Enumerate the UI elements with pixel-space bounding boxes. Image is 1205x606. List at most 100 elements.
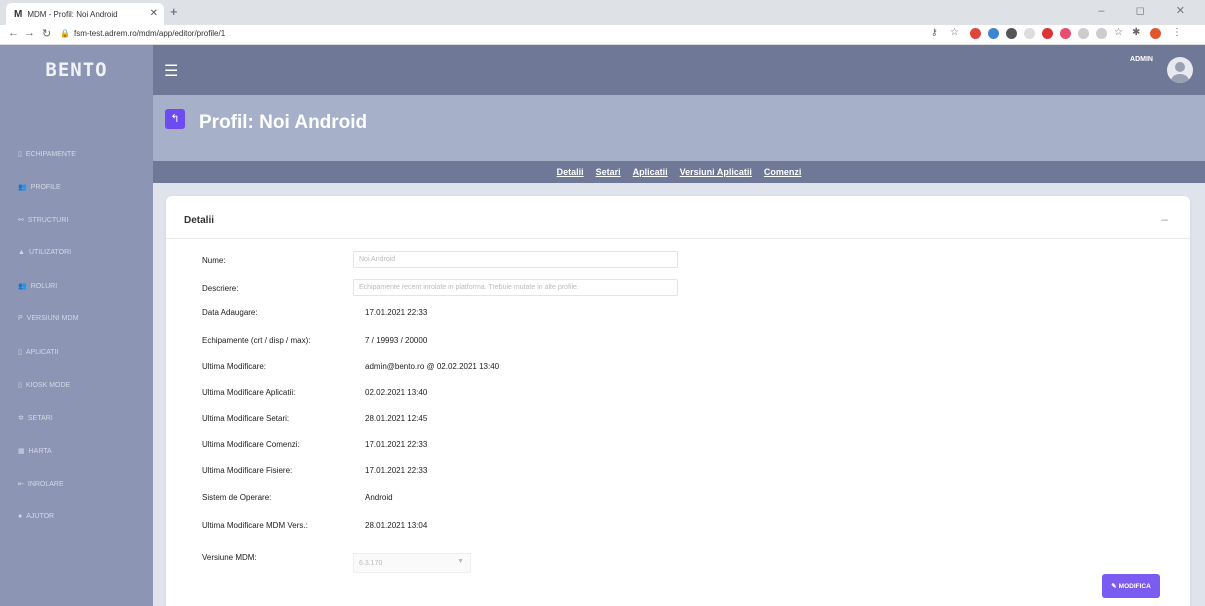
tab-setari[interactable]: Setari	[596, 167, 621, 177]
sidebar-item-label: UTILIZATORI	[28, 249, 72, 256]
tab-aplicatii[interactable]: Aplicatii	[633, 167, 668, 177]
kiosk-icon: ▯	[18, 382, 22, 389]
pencil-icon: ✎	[1111, 583, 1117, 590]
label-descriere: Descriere:	[202, 284, 239, 293]
sidebar-item-echipamente[interactable]: ▯ ECHIPAMENTE	[18, 150, 76, 159]
tab-versiuni-aplicatii[interactable]: Versiuni Aplicatii	[680, 167, 752, 177]
extension-icon[interactable]	[1024, 28, 1035, 39]
menu-dots-icon[interactable]: ⋮	[1172, 27, 1182, 38]
sidebar-item-setari[interactable]: ✲ SETARI	[18, 414, 53, 423]
close-tab-icon[interactable]: ✕	[150, 8, 158, 19]
extension-icon[interactable]	[1096, 28, 1107, 39]
profile-tabs: Detalii Setari Aplicatii Versiuni Aplica…	[153, 161, 1205, 183]
versiune-mdm-value: 6.3.170	[359, 560, 383, 567]
field-value: 17.01.2021 22:33	[365, 440, 428, 449]
field-label: Ultima Modificare Setari:	[202, 414, 290, 423]
field-value: Android	[365, 493, 393, 502]
tab-favicon-icon: M	[14, 8, 23, 20]
sidebar-item-label: PROFILE	[30, 183, 61, 191]
hamburger-menu-icon[interactable]: ☰	[164, 61, 178, 81]
page-title: Profil: Noi Android	[199, 112, 368, 133]
back-arrow-icon[interactable]: ←	[8, 27, 19, 39]
field-label: Data Adaugare:	[202, 308, 258, 317]
address-bar: ← → ↻ 🔒 fsm-test.adrem.ro/mdm/app/editor/…	[0, 25, 1205, 45]
extensions-puzzle-icon[interactable]: ✱	[1132, 27, 1140, 38]
help-icon: ●	[18, 513, 23, 520]
sidebar-item-utilizatori[interactable]: ▲ UTILIZATORI	[18, 249, 71, 256]
back-button[interactable]: ↰	[165, 109, 185, 129]
sidebar-item-label: ROLURI	[30, 282, 58, 290]
field-label: Ultima Modificare:	[202, 362, 267, 371]
extension-icon[interactable]	[1078, 28, 1089, 39]
sidebar-item-versiuni-mdm[interactable]: P VERSIUNI MDM	[18, 315, 78, 322]
user-name: ADMIN	[1130, 56, 1153, 63]
tab-comenzi[interactable]: Comenzi	[764, 167, 802, 177]
field-value: 02.02.2021 13:40	[365, 388, 428, 397]
sidebar-item-label: SETARI	[27, 414, 53, 422]
modifica-label: MODIFICA	[1118, 582, 1151, 590]
sidebar-item-label: AJUTOR	[26, 513, 55, 520]
extension-icon[interactable]	[1060, 28, 1071, 39]
sidebar-item-label: KIOSK MODE	[25, 381, 71, 389]
device-icon: ▯	[18, 151, 22, 158]
topbar: ☰ ADMIN	[153, 45, 1205, 95]
sidebar-item-structuri[interactable]: ⚯ STRUCTURI	[18, 216, 69, 225]
card-title: Detalii	[184, 215, 215, 226]
sidebar-item-aplicatii[interactable]: ▯ APLICATII	[18, 348, 58, 357]
extension-icon[interactable]	[1006, 28, 1017, 39]
field-label: Ultima Modificare Aplicatii:	[202, 388, 296, 397]
map-icon: ▦	[18, 448, 25, 455]
avatar-body-icon	[1171, 74, 1189, 83]
new-tab-icon[interactable]: +	[170, 4, 178, 19]
field-value: 17.01.2021 22:33	[365, 466, 428, 475]
profile-avatar-icon[interactable]	[1150, 28, 1161, 39]
url-text: fsm-test.adrem.ro/mdm/app/editor/profile…	[73, 29, 226, 38]
gear-icon: ✲	[18, 415, 24, 422]
avatar-head-icon	[1175, 62, 1185, 72]
divider	[166, 238, 1190, 239]
sidebar-item-label: ECHIPAMENTE	[25, 150, 76, 158]
extension-icon[interactable]	[1042, 28, 1053, 39]
extension-icon[interactable]	[970, 28, 981, 39]
roles-icon: 👥	[18, 283, 27, 290]
field-value: 17.01.2021 22:33	[365, 308, 428, 317]
sidebar-item-roluri[interactable]: 👥 ROLURI	[18, 282, 58, 291]
reload-icon[interactable]: ↻	[42, 27, 51, 40]
descriere-input[interactable]: Echipamente recent inrolate in platforma…	[353, 279, 678, 296]
modifica-button[interactable]: ✎ MODIFICA	[1102, 574, 1160, 598]
field-label: Sistem de Operare:	[202, 493, 272, 502]
field-value: 7 / 19993 / 20000	[365, 336, 428, 345]
structure-icon: ⚯	[18, 217, 24, 224]
avatar[interactable]	[1167, 57, 1193, 83]
tab-detalii[interactable]: Detalii	[557, 167, 584, 177]
nume-input[interactable]: Noi Android	[353, 251, 678, 268]
browser-tab[interactable]: M MDM - Profil: Noi Android ✕	[6, 3, 164, 25]
details-card: Detalii – Nume: Noi Android Descriere: E…	[166, 196, 1190, 606]
browser-tabbar: M MDM - Profil: Noi Android ✕ + – ◻ ✕	[0, 0, 1205, 25]
sidebar-item-label: STRUCTURI	[27, 216, 69, 224]
sidebar-item-label: HARTA	[28, 447, 52, 455]
label-versiune-mdm: Versiune MDM:	[202, 553, 257, 562]
users-icon: 👥	[18, 184, 27, 191]
url-field[interactable]: 🔒 fsm-test.adrem.ro/mdm/app/editor/profil…	[60, 29, 225, 38]
sidebar-item-kiosk-mode[interactable]: ▯ KIOSK MODE	[18, 381, 71, 390]
window-controls[interactable]: – ◻ ✕	[1098, 4, 1199, 17]
star-icon[interactable]: ☆	[950, 27, 959, 38]
collapse-icon[interactable]: –	[1161, 212, 1168, 226]
sidebar-item-harta[interactable]: ▦ HARTA	[18, 447, 52, 456]
page-header: ↰ Profil: Noi Android	[153, 95, 1205, 161]
field-value: admin@bento.ro @ 02.02.2021 13:40	[365, 362, 500, 371]
field-value: 28.01.2021 13:04	[365, 521, 428, 530]
sidebar-item-profile[interactable]: 👥 PROFILE	[18, 183, 61, 192]
field-label: Ultima Modificare Comenzi:	[202, 440, 300, 449]
key-icon[interactable]: ⚷	[931, 27, 938, 38]
extension-icon[interactable]	[988, 28, 999, 39]
sidebar-item-ajutor[interactable]: ● AJUTOR	[18, 513, 54, 520]
forward-arrow-icon[interactable]: →	[24, 27, 35, 39]
sidebar-item-inrolare[interactable]: ⇤ INROLARE	[18, 480, 64, 489]
version-icon: P	[18, 315, 23, 322]
apps-icon: ▯	[18, 349, 22, 356]
sidebar-item-label: INROLARE	[27, 480, 64, 488]
versiune-mdm-select[interactable]: 6.3.170 ▼	[353, 553, 471, 573]
bookmark-star-icon[interactable]: ☆	[1114, 27, 1123, 38]
